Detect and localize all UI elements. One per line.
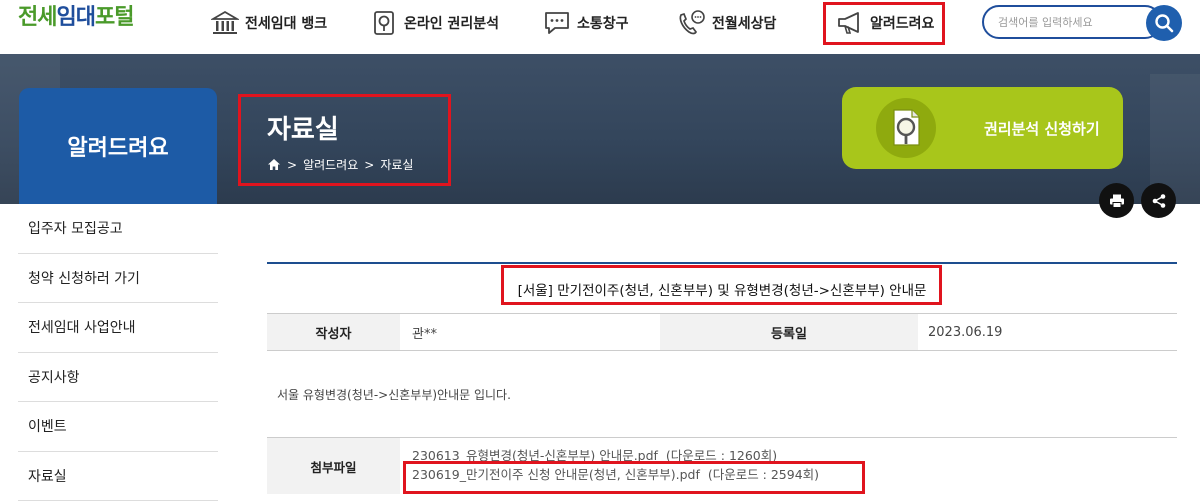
post-title: [서울] 만기전이주(청년, 신혼부부) 및 유형변경(청년->신혼부부) 안내… [267,264,1177,314]
nav-label: 소통창구 [577,16,629,32]
print-button[interactable] [1099,183,1134,218]
attachment-label: 첨부파일 [267,438,400,494]
breadcrumb-item[interactable]: 알려드려요 [303,156,358,173]
sidebar-item-recruitment[interactable]: 입주자 모집공고 [18,204,218,254]
magnifier-document-icon [893,109,920,146]
breadcrumb-separator: > [364,157,375,172]
page-title: 자료실 [267,115,339,145]
post-view: [서울] 만기전이주(청년, 신혼부부) 및 유형변경(청년->신혼부부) 안내… [267,262,1177,494]
post-meta-row: 작성자 관** 등록일 2023.06.19 [267,314,1177,351]
home-icon[interactable] [267,158,281,171]
sidebar-menu: 입주자 모집공고 청약 신청하러 가기 전세임대 사업안내 공지사항 이벤트 자… [18,204,218,501]
share-icon [1152,193,1165,208]
sidebar-item-notices[interactable]: 공지사항 [18,353,218,402]
breadcrumb-separator: > [287,157,298,172]
breadcrumb-item[interactable]: 자료실 [380,156,413,173]
nav-bank[interactable]: 전세임대 뱅크 [211,8,327,38]
search-icon [1155,14,1174,33]
search-input[interactable] [982,5,1162,39]
sidebar-item-subscription[interactable]: 청약 신청하러 가기 [18,254,218,303]
nav-label: 온라인 권리분석 [404,16,500,32]
attachment-file-link[interactable]: 230619_만기전이주 신청 안내문(청년, 신혼부부).pdf (다운로드 … [412,465,819,484]
site-logo[interactable]: 전세임대포털 [18,4,134,32]
apply-icon-circle [876,98,936,158]
phone-chat-icon [679,10,705,35]
sidebar-item-archive[interactable]: 자료실 [18,452,218,501]
site-header: 전세임대포털 전세임대 뱅크 온라인 권리분석 소통창구 전월세상담 알려드려요 [0,0,1200,54]
logo-part3: 포털 [94,5,134,30]
logo-part1: 전세 [18,5,57,30]
author-label: 작성자 [267,314,400,350]
author-value: 관** [412,326,437,342]
nav-label: 전세임대 뱅크 [245,16,328,32]
sidebar-item-events[interactable]: 이벤트 [18,402,218,452]
share-button[interactable] [1141,183,1176,218]
attachment-file-link[interactable]: 230613_유형변경(청년-신혼부부) 안내문.pdf (다운로드 : 126… [412,446,819,465]
breadcrumb: > 알려드려요 > 자료실 [267,156,413,173]
file-name: 230613_유형변경(청년-신혼부부) 안내문.pdf [412,448,658,463]
logo-part2: 임대 [56,5,95,30]
nav-label: 알려드려요 [870,16,935,32]
megaphone-icon [838,12,859,34]
printer-icon [1109,194,1124,208]
chat-bubble-icon [545,12,569,34]
attachment-row: 첨부파일 230613_유형변경(청년-신혼부부) 안내문.pdf (다운로드 … [267,438,1177,494]
section-title: 알려드려요 [19,88,217,204]
apply-rights-analysis-button[interactable]: 권리분석 신청하기 [842,87,1123,169]
attachment-list: 230613_유형변경(청년-신혼부부) 안내문.pdf (다운로드 : 126… [400,438,819,494]
apply-button-label: 권리분석 신청하기 [984,119,1100,138]
search-button[interactable] [1146,5,1182,41]
date-value: 2023.06.19 [928,324,1003,340]
file-name: 230619_만기전이주 신청 안내문(청년, 신혼부부).pdf [412,467,700,482]
nav-label: 전월세상담 [712,16,777,32]
nav-rights-analysis[interactable]: 온라인 권리분석 [372,8,499,38]
file-downloads: (다운로드 : 2594회) [707,467,820,482]
search-box [982,5,1182,41]
file-downloads: (다운로드 : 1260회) [665,448,778,463]
nav-notice[interactable]: 알려드려요 [836,8,934,38]
date-label: 등록일 [660,314,918,350]
nav-rent-consult[interactable]: 전월세상담 [676,8,776,38]
post-body: 서울 유형변경(청년->신혼부부)안내문 입니다. [267,351,1177,438]
bank-icon [211,10,239,34]
nav-communication[interactable]: 소통창구 [543,8,629,38]
sidebar-item-business-info[interactable]: 전세임대 사업안내 [18,303,218,353]
document-search-icon [374,11,394,35]
